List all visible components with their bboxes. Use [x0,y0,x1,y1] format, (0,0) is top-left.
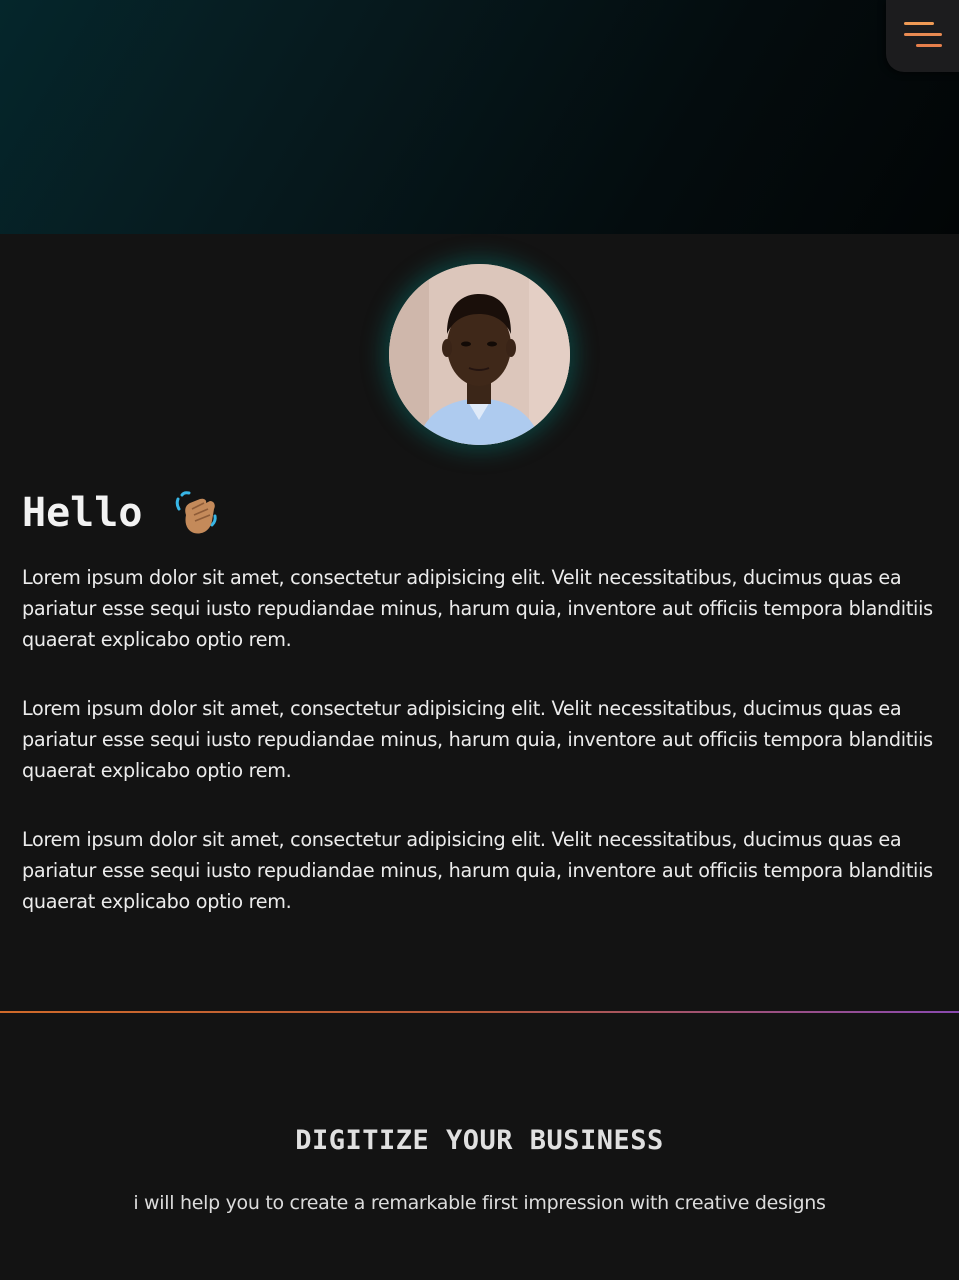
cta-subtitle: i will help you to create a remarkable f… [133,1192,826,1214]
profile-photo [389,264,570,445]
menu-button[interactable] [886,0,959,72]
about-paragraph: Lorem ipsum dolor sit amet, consectetur … [22,566,933,651]
greeting-text: Hello [22,490,143,536]
hamburger-menu-icon-bar [904,33,942,36]
about-paragraphs: Lorem ipsum dolor sit amet, consectetur … [22,562,937,955]
section-divider [0,1011,959,1013]
hamburger-menu-icon-bar [916,44,942,47]
cta-title: DIGITIZE YOUR BUSINESS [295,1125,664,1156]
about-paragraph: Lorem ipsum dolor sit amet, consectetur … [22,828,933,913]
about-paragraph: Lorem ipsum dolor sit amet, consectetur … [22,697,933,782]
greeting-heading: Hello [22,488,222,538]
profile-avatar [389,264,570,445]
hero-banner [0,0,959,234]
waving-hand-icon [176,491,218,534]
hamburger-menu-icon [904,22,934,25]
